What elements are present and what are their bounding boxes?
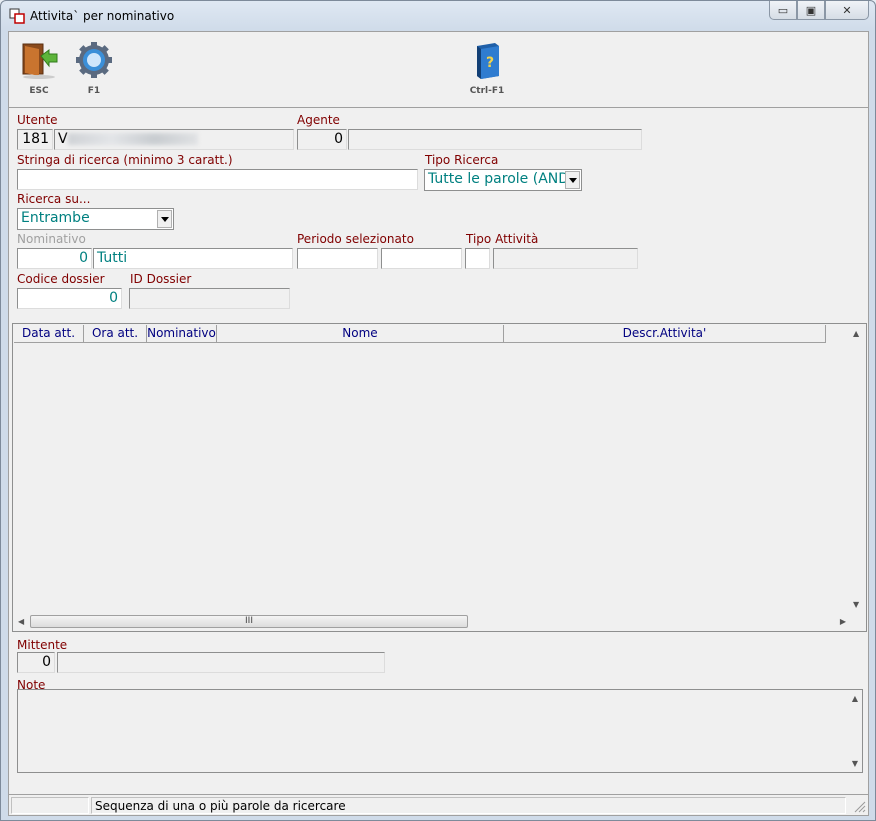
status-message: Sequenza di una o più parole da ricercar…: [91, 797, 846, 814]
close-icon: ✕: [842, 3, 852, 17]
scroll-right-icon[interactable]: ▶: [840, 617, 846, 626]
f1-label: F1: [87, 86, 101, 96]
periodo-label: Periodo selezionato: [297, 232, 414, 246]
stringa-label: Stringa di ricerca (minimo 3 caratt.): [17, 153, 233, 167]
nominativo-name-field[interactable]: Tutti: [93, 248, 293, 269]
status-bar: Sequenza di una o più parole da ricercar…: [9, 794, 868, 815]
column-header-ora[interactable]: Ora att.: [84, 325, 147, 343]
column-header-nominativo[interactable]: Nominativo: [147, 325, 217, 343]
utente-code-field: 181: [17, 129, 53, 150]
minimize-button[interactable]: ▭: [769, 1, 797, 20]
help-book-icon: ?: [477, 43, 499, 79]
periodo-from-field[interactable]: [297, 248, 378, 269]
chevron-down-icon[interactable]: [565, 171, 580, 189]
agente-code-field: 0: [297, 129, 347, 150]
f1-button[interactable]: F1: [69, 38, 119, 102]
ctrl-f1-button[interactable]: ? Ctrl-F1: [462, 38, 512, 102]
ricerca-su-select[interactable]: Entrambe: [17, 208, 174, 230]
column-header-descr[interactable]: Descr.Attivita': [504, 325, 826, 343]
window-title: Attivita` per nominativo: [30, 9, 175, 23]
tipo-attivita-desc-field: [493, 248, 638, 269]
esc-button[interactable]: ESC: [14, 38, 64, 102]
esc-label: ESC: [29, 86, 49, 96]
tipo-attivita-label: Tipo Attività: [466, 232, 539, 246]
help-gear-icon: [76, 42, 112, 78]
toolbar: ESC F1 ? Ctrl-F1: [9, 32, 868, 108]
codice-dossier-field[interactable]: 0: [17, 288, 122, 309]
thumb-grip-icon: III: [245, 616, 253, 626]
close-button[interactable]: ✕: [825, 1, 869, 20]
nominativo-code-field[interactable]: 0: [17, 248, 92, 269]
status-panel-1: [11, 797, 89, 814]
ctrl-f1-label: Ctrl-F1: [469, 86, 505, 96]
utente-name-initial: V: [58, 131, 68, 147]
periodo-to-field[interactable]: [381, 248, 462, 269]
redacted-name: [67, 133, 198, 145]
note-textarea[interactable]: ▲ ▼: [17, 689, 863, 773]
grid-header: Data att. Ora att. Nominativo Nome Descr…: [14, 325, 826, 343]
ricerca-su-value: Entrambe: [21, 210, 90, 226]
utente-label: Utente: [17, 113, 58, 127]
exit-door-icon: [22, 43, 58, 79]
nominativo-label: Nominativo: [17, 232, 86, 246]
id-dossier-label: ID Dossier: [130, 272, 192, 286]
scroll-down-icon[interactable]: ▼: [852, 759, 858, 768]
grid-horizontal-scrollbar[interactable]: ◀ III ▶: [14, 613, 850, 630]
column-header-data[interactable]: Data att.: [14, 325, 84, 343]
tipo-ricerca-select[interactable]: Tutte le parole (AND: [424, 169, 582, 191]
mittente-name-field: [57, 652, 385, 673]
ricerca-su-label: Ricerca su...: [17, 192, 91, 206]
maximize-button[interactable]: ▣: [797, 1, 825, 20]
tipo-attivita-code-field[interactable]: [465, 248, 490, 269]
search-string-input[interactable]: [17, 169, 418, 190]
mittente-code-field: 0: [17, 652, 55, 673]
chevron-down-icon[interactable]: [157, 210, 172, 228]
app-icon: [9, 8, 25, 24]
app-window: Attivita` per nominativo ▭ ▣ ✕ ESC F1 ? …: [0, 0, 876, 821]
resize-grip-icon[interactable]: [854, 801, 866, 813]
id-dossier-field: [129, 288, 290, 309]
codice-dossier-label: Codice dossier: [17, 272, 105, 286]
mittente-label: Mittente: [17, 638, 68, 652]
utente-name-field: V: [54, 129, 294, 150]
client-area: ESC F1 ? Ctrl-F1 Utente 181 V Agente 0 S…: [8, 31, 869, 816]
tipo-ricerca-label: Tipo Ricerca: [425, 153, 499, 167]
maximize-icon: ▣: [805, 3, 817, 17]
scroll-down-icon[interactable]: ▼: [853, 600, 859, 609]
scroll-up-icon[interactable]: ▲: [853, 329, 859, 338]
scroll-up-icon[interactable]: ▲: [852, 694, 858, 703]
title-bar[interactable]: Attivita` per nominativo ▭ ▣ ✕: [1, 1, 875, 29]
agente-name-field: [348, 129, 642, 150]
activities-grid[interactable]: Data att. Ora att. Nominativo Nome Descr…: [12, 323, 867, 632]
column-header-nome[interactable]: Nome: [217, 325, 504, 343]
svg-text:?: ?: [486, 55, 494, 71]
scroll-left-icon[interactable]: ◀: [18, 617, 24, 626]
tipo-ricerca-value: Tutte le parole (AND: [428, 171, 570, 187]
grid-vertical-scrollbar[interactable]: ▲ ▼: [849, 325, 865, 613]
agente-label: Agente: [297, 113, 340, 127]
scrollbar-thumb[interactable]: III: [30, 615, 468, 628]
minimize-icon: ▭: [777, 3, 789, 17]
